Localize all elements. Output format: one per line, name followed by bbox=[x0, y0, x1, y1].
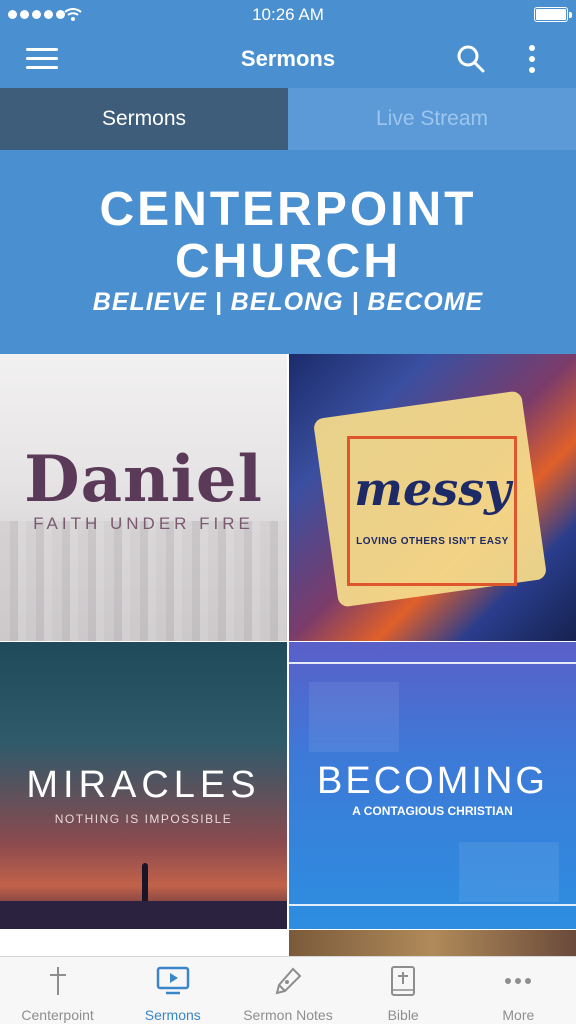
banner-line-1: CENTERPOINT bbox=[99, 183, 477, 236]
bottom-tab-bar: Centerpoint Sermons Sermon Notes Bible M… bbox=[0, 956, 576, 1024]
status-bar: 10:26 AM bbox=[0, 0, 576, 30]
vertical-ellipsis-icon[interactable] bbox=[524, 44, 540, 74]
divider bbox=[289, 904, 576, 906]
tabbar-item-centerpoint[interactable]: Centerpoint bbox=[0, 957, 115, 1024]
cross-icon bbox=[49, 967, 66, 995]
sermon-card-becoming[interactable]: BECOMING A CONTAGIOUS CHRISTIAN bbox=[289, 642, 576, 929]
city-image bbox=[0, 521, 287, 641]
sermon-card-messy[interactable]: messy LOVING OTHERS ISN'T EASY bbox=[289, 354, 576, 641]
church-banner: CENTERPOINT CHURCH BELIEVE | BELONG | BE… bbox=[0, 150, 576, 354]
bible-icon bbox=[391, 966, 416, 996]
segment-tabs: Sermons Live Stream bbox=[0, 88, 576, 150]
tabbar-item-sermon-notes[interactable]: Sermon Notes bbox=[230, 957, 345, 1024]
sermon-title: MIRACLES bbox=[26, 764, 261, 806]
ground bbox=[0, 901, 287, 929]
sermon-card-daniel[interactable]: Daniel FAITH UNDER FIRE bbox=[0, 354, 287, 641]
sermon-title: messy bbox=[354, 462, 511, 516]
banner-tagline: BELIEVE | BELONG | BECOME bbox=[92, 288, 484, 316]
sermon-title: Daniel bbox=[24, 442, 263, 517]
sermon-subtitle: FAITH UNDER FIRE bbox=[33, 514, 254, 533]
tabbar-label: Sermon Notes bbox=[243, 1007, 333, 1023]
tab-live-stream[interactable]: Live Stream bbox=[288, 88, 576, 150]
sermon-subtitle: LOVING OTHERS ISN'T EASY bbox=[356, 536, 509, 547]
tabbar-label: More bbox=[502, 1007, 535, 1023]
sermon-card-miracles[interactable]: MIRACLES NOTHING IS IMPOSSIBLE bbox=[0, 642, 287, 929]
divider bbox=[289, 662, 576, 664]
pen-icon bbox=[275, 967, 302, 995]
tabbar-item-sermons[interactable]: Sermons bbox=[115, 957, 230, 1024]
tabbar-item-more[interactable]: More bbox=[461, 957, 576, 1024]
search-icon[interactable] bbox=[456, 44, 486, 74]
sermon-title: BECOMING bbox=[317, 760, 548, 802]
bg-block bbox=[459, 842, 559, 902]
ellipsis-icon bbox=[505, 978, 532, 984]
battery-icon bbox=[534, 7, 572, 22]
page-title: Sermons bbox=[240, 46, 336, 71]
tab-sermons[interactable]: Sermons bbox=[0, 88, 288, 150]
sermon-subtitle: NOTHING IS IMPOSSIBLE bbox=[54, 812, 233, 826]
person-silhouette bbox=[142, 863, 148, 901]
bg-block bbox=[309, 682, 399, 752]
tabbar-label: Centerpoint bbox=[21, 1007, 94, 1023]
tabbar-item-bible[interactable]: Bible bbox=[346, 957, 461, 1024]
banner-line-2: CHURCH bbox=[175, 235, 401, 288]
status-time: 10:26 AM bbox=[252, 5, 324, 24]
sermon-subtitle: A CONTAGIOUS CHRISTIAN bbox=[352, 804, 513, 818]
tabbar-label: Bible bbox=[387, 1007, 419, 1023]
app-header: 10:26 AM Sermons bbox=[0, 0, 576, 88]
tabbar-label: Sermons bbox=[144, 1007, 201, 1023]
sermon-card-partial[interactable] bbox=[289, 930, 576, 956]
tv-play-icon bbox=[156, 966, 190, 995]
